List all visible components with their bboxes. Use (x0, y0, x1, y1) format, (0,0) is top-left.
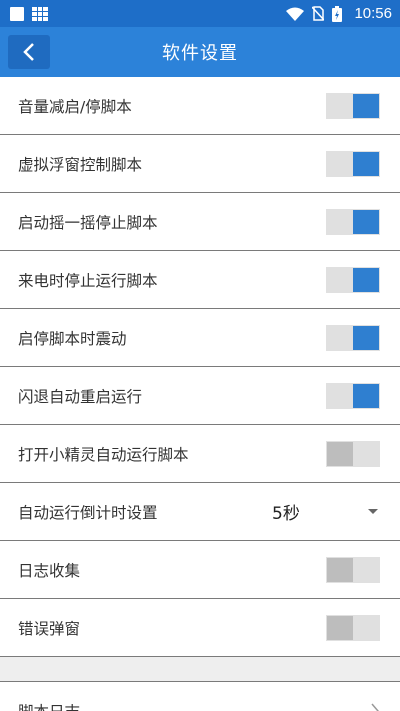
setting-label: 音量减启/停脚本 (18, 97, 132, 116)
toggle-auto-run-on-open[interactable] (326, 440, 380, 467)
clock: 10:56 (354, 5, 392, 22)
back-button[interactable] (8, 35, 50, 69)
setting-label: 自动运行倒计时设置 (18, 503, 158, 522)
toggle-call-stop[interactable] (326, 266, 380, 293)
countdown-select[interactable]: 5秒 (272, 499, 380, 524)
status-bar-left (10, 6, 48, 21)
toggle-vibrate-on-toggle[interactable] (326, 324, 380, 351)
script-log-row[interactable]: 脚本日志 (0, 682, 400, 711)
status-bar: 10:56 (0, 0, 400, 27)
setting-row-auto-run-on-open: 打开小精灵自动运行脚本 (0, 425, 400, 483)
no-sim-icon (312, 6, 325, 21)
setting-label: 启停脚本时震动 (18, 329, 127, 348)
toggle-volume-start-stop[interactable] (326, 92, 380, 119)
toggle-floating-window-control[interactable] (326, 150, 380, 177)
setting-label: 日志收集 (18, 561, 81, 580)
dropdown-caret-icon (368, 509, 378, 514)
setting-row-log-collection: 日志收集 (0, 541, 400, 599)
setting-row-error-popup: 错误弹窗 (0, 599, 400, 657)
setting-row-shake-stop: 启动摇一摇停止脚本 (0, 193, 400, 251)
setting-label: 虚拟浮窗控制脚本 (18, 155, 143, 174)
notification-square-icon (10, 6, 24, 21)
setting-row-vibrate-on-toggle: 启停脚本时震动 (0, 309, 400, 367)
app-bar: 软件设置 (0, 27, 400, 77)
toggle-log-collection[interactable] (326, 556, 380, 583)
setting-label: 打开小精灵自动运行脚本 (18, 445, 189, 464)
setting-label: 来电时停止运行脚本 (18, 271, 158, 290)
wifi-icon (286, 7, 305, 21)
setting-label: 错误弹窗 (18, 619, 81, 638)
notification-grid-icon (32, 6, 48, 21)
countdown-value: 5秒 (272, 504, 300, 524)
battery-icon (332, 5, 343, 22)
setting-row-crash-restart: 闪退自动重启运行 (0, 367, 400, 425)
setting-row-floating-window-control: 虚拟浮窗控制脚本 (0, 135, 400, 193)
toggle-crash-restart[interactable] (326, 382, 380, 409)
chevron-right-icon (371, 703, 379, 711)
toggle-error-popup[interactable] (326, 614, 380, 641)
page-title: 软件设置 (162, 43, 238, 64)
setting-row-volume-start-stop: 音量减启/停脚本 (0, 77, 400, 135)
script-log-label: 脚本日志 (18, 700, 80, 711)
toggle-shake-stop[interactable] (326, 208, 380, 235)
settings-list: 音量减启/停脚本 虚拟浮窗控制脚本 启动摇一摇停止脚本 来电时停止运行脚本 启停… (0, 77, 400, 711)
setting-row-call-stop: 来电时停止运行脚本 (0, 251, 400, 309)
back-arrow-icon (23, 43, 34, 61)
setting-label: 启动摇一摇停止脚本 (18, 213, 158, 232)
status-bar-right: 10:56 (286, 5, 392, 22)
setting-label: 闪退自动重启运行 (18, 387, 143, 406)
setting-row-countdown: 自动运行倒计时设置 5秒 (0, 483, 400, 541)
section-divider (0, 657, 400, 682)
